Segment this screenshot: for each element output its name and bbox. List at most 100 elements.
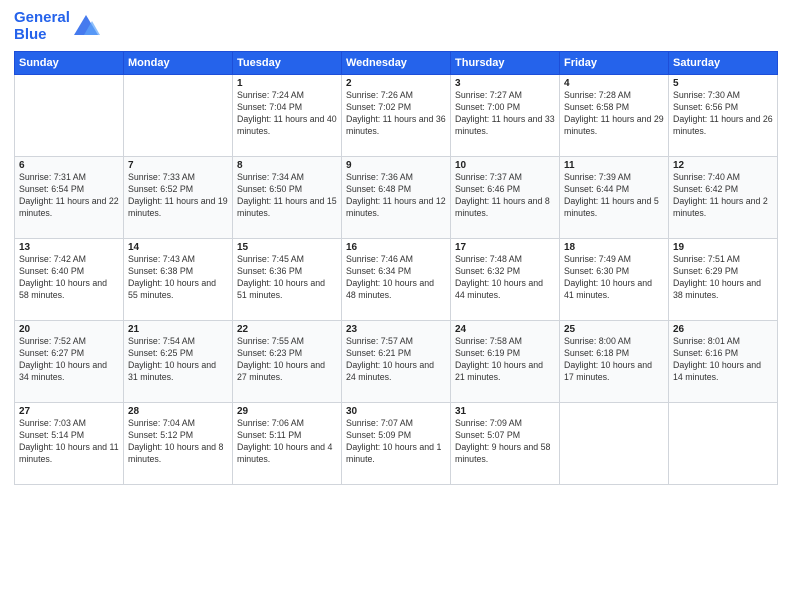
calendar-cell	[560, 403, 669, 485]
logo-icon	[72, 13, 100, 41]
day-info: Sunrise: 7:07 AM Sunset: 5:09 PM Dayligh…	[346, 418, 446, 466]
day-info: Sunrise: 7:54 AM Sunset: 6:25 PM Dayligh…	[128, 336, 228, 384]
calendar-cell: 5Sunrise: 7:30 AM Sunset: 6:56 PM Daylig…	[669, 75, 778, 157]
calendar-cell: 4Sunrise: 7:28 AM Sunset: 6:58 PM Daylig…	[560, 75, 669, 157]
day-number: 1	[237, 78, 337, 89]
calendar-cell: 11Sunrise: 7:39 AM Sunset: 6:44 PM Dayli…	[560, 157, 669, 239]
day-info: Sunrise: 7:30 AM Sunset: 6:56 PM Dayligh…	[673, 90, 773, 138]
day-info: Sunrise: 7:42 AM Sunset: 6:40 PM Dayligh…	[19, 254, 119, 302]
calendar-table: SundayMondayTuesdayWednesdayThursdayFrid…	[14, 51, 778, 485]
calendar-cell: 25Sunrise: 8:00 AM Sunset: 6:18 PM Dayli…	[560, 321, 669, 403]
calendar-cell: 23Sunrise: 7:57 AM Sunset: 6:21 PM Dayli…	[342, 321, 451, 403]
day-info: Sunrise: 7:58 AM Sunset: 6:19 PM Dayligh…	[455, 336, 555, 384]
day-number: 11	[564, 160, 664, 171]
calendar-cell: 7Sunrise: 7:33 AM Sunset: 6:52 PM Daylig…	[124, 157, 233, 239]
calendar-header-row: SundayMondayTuesdayWednesdayThursdayFrid…	[15, 52, 778, 75]
calendar-cell: 9Sunrise: 7:36 AM Sunset: 6:48 PM Daylig…	[342, 157, 451, 239]
calendar-cell	[669, 403, 778, 485]
day-number: 26	[673, 324, 773, 335]
day-number: 30	[346, 406, 446, 417]
day-info: Sunrise: 7:06 AM Sunset: 5:11 PM Dayligh…	[237, 418, 337, 466]
calendar-cell: 29Sunrise: 7:06 AM Sunset: 5:11 PM Dayli…	[233, 403, 342, 485]
calendar-cell: 30Sunrise: 7:07 AM Sunset: 5:09 PM Dayli…	[342, 403, 451, 485]
day-header-monday: Monday	[124, 52, 233, 75]
day-info: Sunrise: 7:55 AM Sunset: 6:23 PM Dayligh…	[237, 336, 337, 384]
day-header-saturday: Saturday	[669, 52, 778, 75]
day-info: Sunrise: 7:49 AM Sunset: 6:30 PM Dayligh…	[564, 254, 664, 302]
calendar-cell: 21Sunrise: 7:54 AM Sunset: 6:25 PM Dayli…	[124, 321, 233, 403]
week-row-3: 13Sunrise: 7:42 AM Sunset: 6:40 PM Dayli…	[15, 239, 778, 321]
calendar-cell: 1Sunrise: 7:24 AM Sunset: 7:04 PM Daylig…	[233, 75, 342, 157]
calendar-cell: 26Sunrise: 8:01 AM Sunset: 6:16 PM Dayli…	[669, 321, 778, 403]
day-header-friday: Friday	[560, 52, 669, 75]
day-header-tuesday: Tuesday	[233, 52, 342, 75]
day-number: 15	[237, 242, 337, 253]
calendar-cell: 31Sunrise: 7:09 AM Sunset: 5:07 PM Dayli…	[451, 403, 560, 485]
calendar-cell: 27Sunrise: 7:03 AM Sunset: 5:14 PM Dayli…	[15, 403, 124, 485]
day-info: Sunrise: 7:51 AM Sunset: 6:29 PM Dayligh…	[673, 254, 773, 302]
calendar-cell: 10Sunrise: 7:37 AM Sunset: 6:46 PM Dayli…	[451, 157, 560, 239]
calendar-cell: 18Sunrise: 7:49 AM Sunset: 6:30 PM Dayli…	[560, 239, 669, 321]
day-info: Sunrise: 7:04 AM Sunset: 5:12 PM Dayligh…	[128, 418, 228, 466]
day-number: 31	[455, 406, 555, 417]
day-info: Sunrise: 7:24 AM Sunset: 7:04 PM Dayligh…	[237, 90, 337, 138]
day-info: Sunrise: 7:36 AM Sunset: 6:48 PM Dayligh…	[346, 172, 446, 220]
day-info: Sunrise: 7:57 AM Sunset: 6:21 PM Dayligh…	[346, 336, 446, 384]
calendar-cell	[124, 75, 233, 157]
day-number: 5	[673, 78, 773, 89]
day-info: Sunrise: 7:46 AM Sunset: 6:34 PM Dayligh…	[346, 254, 446, 302]
day-number: 4	[564, 78, 664, 89]
day-info: Sunrise: 7:31 AM Sunset: 6:54 PM Dayligh…	[19, 172, 119, 220]
day-header-wednesday: Wednesday	[342, 52, 451, 75]
day-number: 7	[128, 160, 228, 171]
day-info: Sunrise: 7:27 AM Sunset: 7:00 PM Dayligh…	[455, 90, 555, 138]
day-info: Sunrise: 7:26 AM Sunset: 7:02 PM Dayligh…	[346, 90, 446, 138]
day-header-sunday: Sunday	[15, 52, 124, 75]
day-number: 27	[19, 406, 119, 417]
calendar-cell: 16Sunrise: 7:46 AM Sunset: 6:34 PM Dayli…	[342, 239, 451, 321]
day-header-thursday: Thursday	[451, 52, 560, 75]
day-number: 18	[564, 242, 664, 253]
logo-subtext: Blue	[14, 27, 70, 44]
day-info: Sunrise: 7:09 AM Sunset: 5:07 PM Dayligh…	[455, 418, 555, 466]
calendar-cell: 20Sunrise: 7:52 AM Sunset: 6:27 PM Dayli…	[15, 321, 124, 403]
day-info: Sunrise: 7:45 AM Sunset: 6:36 PM Dayligh…	[237, 254, 337, 302]
calendar-cell: 8Sunrise: 7:34 AM Sunset: 6:50 PM Daylig…	[233, 157, 342, 239]
day-number: 17	[455, 242, 555, 253]
calendar-cell: 22Sunrise: 7:55 AM Sunset: 6:23 PM Dayli…	[233, 321, 342, 403]
day-info: Sunrise: 7:48 AM Sunset: 6:32 PM Dayligh…	[455, 254, 555, 302]
day-number: 25	[564, 324, 664, 335]
page-header: General Blue	[14, 10, 778, 43]
calendar-cell	[15, 75, 124, 157]
day-info: Sunrise: 7:37 AM Sunset: 6:46 PM Dayligh…	[455, 172, 555, 220]
day-info: Sunrise: 7:33 AM Sunset: 6:52 PM Dayligh…	[128, 172, 228, 220]
day-number: 19	[673, 242, 773, 253]
calendar-cell: 14Sunrise: 7:43 AM Sunset: 6:38 PM Dayli…	[124, 239, 233, 321]
day-number: 8	[237, 160, 337, 171]
day-number: 2	[346, 78, 446, 89]
day-info: Sunrise: 7:40 AM Sunset: 6:42 PM Dayligh…	[673, 172, 773, 220]
calendar-cell: 6Sunrise: 7:31 AM Sunset: 6:54 PM Daylig…	[15, 157, 124, 239]
day-info: Sunrise: 7:39 AM Sunset: 6:44 PM Dayligh…	[564, 172, 664, 220]
day-number: 6	[19, 160, 119, 171]
day-number: 20	[19, 324, 119, 335]
day-number: 21	[128, 324, 228, 335]
day-info: Sunrise: 7:43 AM Sunset: 6:38 PM Dayligh…	[128, 254, 228, 302]
day-number: 12	[673, 160, 773, 171]
calendar-cell: 17Sunrise: 7:48 AM Sunset: 6:32 PM Dayli…	[451, 239, 560, 321]
day-number: 9	[346, 160, 446, 171]
calendar-body: 1Sunrise: 7:24 AM Sunset: 7:04 PM Daylig…	[15, 75, 778, 485]
day-number: 10	[455, 160, 555, 171]
calendar-cell: 15Sunrise: 7:45 AM Sunset: 6:36 PM Dayli…	[233, 239, 342, 321]
calendar-cell: 12Sunrise: 7:40 AM Sunset: 6:42 PM Dayli…	[669, 157, 778, 239]
week-row-5: 27Sunrise: 7:03 AM Sunset: 5:14 PM Dayli…	[15, 403, 778, 485]
day-number: 22	[237, 324, 337, 335]
logo-text: General	[14, 10, 70, 27]
calendar-cell: 24Sunrise: 7:58 AM Sunset: 6:19 PM Dayli…	[451, 321, 560, 403]
week-row-1: 1Sunrise: 7:24 AM Sunset: 7:04 PM Daylig…	[15, 75, 778, 157]
calendar-cell: 28Sunrise: 7:04 AM Sunset: 5:12 PM Dayli…	[124, 403, 233, 485]
logo: General Blue	[14, 10, 100, 43]
day-number: 29	[237, 406, 337, 417]
day-number: 3	[455, 78, 555, 89]
day-info: Sunrise: 8:00 AM Sunset: 6:18 PM Dayligh…	[564, 336, 664, 384]
